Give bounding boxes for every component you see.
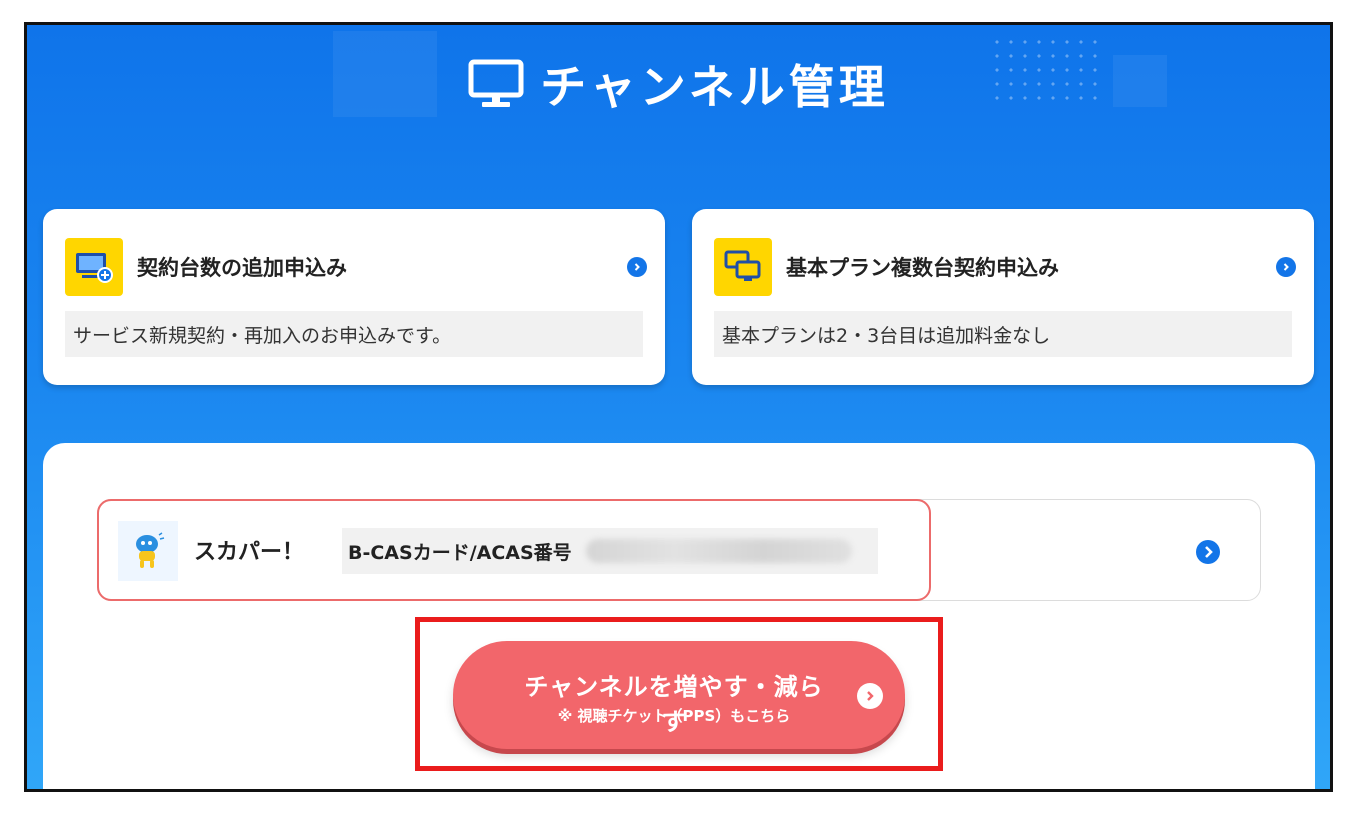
add-contract-card[interactable]: 契約台数の追加申込み サービス新規契約・再加入のお申込みです。 — [43, 209, 665, 385]
skyperfect-mascot-icon — [118, 521, 178, 581]
monitor-plus-icon — [65, 238, 123, 296]
chevron-right-icon[interactable] — [1196, 540, 1220, 564]
card-number-label: B-CASカード/ACAS番号 — [348, 541, 572, 564]
multi-device-plan-card[interactable]: 基本プラン複数台契約申込み 基本プランは2・3台目は追加料金なし — [692, 209, 1314, 385]
channel-management-screen: チャンネル管理 契約台数の追加申込み サービス新規契約・再加入のお申込みです。 — [24, 22, 1333, 792]
chevron-right-icon — [627, 257, 647, 277]
provider-name: スカパー！ — [194, 540, 305, 565]
chevron-right-icon — [857, 683, 883, 709]
page-header: チャンネル管理 — [27, 51, 1330, 117]
multi-monitor-icon — [714, 238, 772, 296]
card-number-value-redacted — [585, 539, 852, 563]
change-channels-button[interactable]: チャンネルを増やす・減らす ※ 視聴チケット（PPS）もこちら — [453, 641, 905, 749]
card-description: サービス新規契約・再加入のお申込みです。 — [65, 311, 643, 357]
monitor-icon — [468, 59, 524, 107]
card-title: 基本プラン複数台契約申込み — [786, 256, 1059, 280]
chevron-right-icon — [1276, 257, 1296, 277]
card-description: 基本プランは2・3台目は追加料金なし — [714, 311, 1292, 357]
page-title: チャンネル管理 — [540, 60, 889, 114]
card-number-field: B-CASカード/ACAS番号 — [342, 528, 878, 574]
cta-sublabel: ※ 視聴チケット（PPS）もこちら — [557, 707, 791, 725]
card-title: 契約台数の追加申込み — [137, 256, 347, 280]
cta-label: チャンネルを増やす・減らす — [524, 673, 824, 736]
subscriber-row[interactable]: スカパー！ B-CASカード/ACAS番号 — [97, 499, 1261, 601]
